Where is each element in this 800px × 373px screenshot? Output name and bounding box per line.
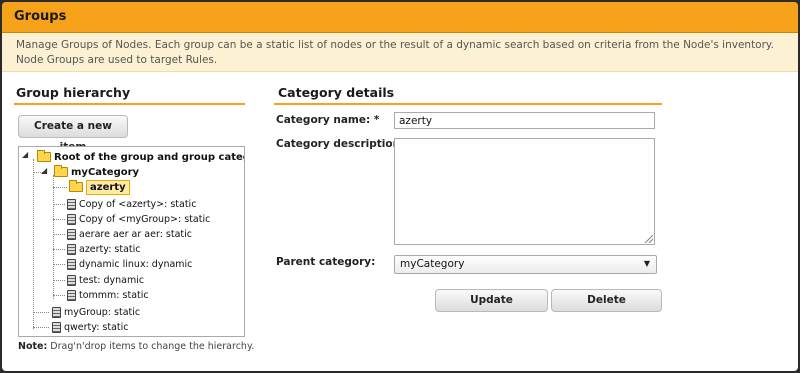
tree-node-group[interactable]: qwerty: static xyxy=(52,320,129,335)
folder-icon xyxy=(37,150,51,162)
server-group-icon xyxy=(67,290,76,301)
tree-node-category[interactable]: myCategory xyxy=(54,165,139,180)
server-group-icon xyxy=(52,307,61,318)
category-description-label: Category description: xyxy=(276,138,405,150)
intro-line-2: Node Groups are used to target Rules. xyxy=(16,54,218,66)
server-group-icon xyxy=(52,322,61,333)
resize-grip-icon[interactable] xyxy=(645,235,653,243)
tree-connector xyxy=(53,234,65,235)
tree-connector xyxy=(53,219,65,220)
tree-node-group[interactable]: tommm: static xyxy=(67,288,149,303)
server-group-icon xyxy=(67,259,76,270)
delete-button[interactable]: Delete xyxy=(551,289,662,312)
server-group-icon xyxy=(67,229,76,240)
open-folder-icon xyxy=(69,180,83,192)
tree-node-group[interactable]: test: dynamic xyxy=(67,273,144,288)
tree-node-group[interactable]: dynamic linux: dynamic xyxy=(67,257,192,272)
tree-connector xyxy=(53,280,65,281)
page-description: Manage Groups of Nodes. Each group can b… xyxy=(2,33,798,72)
category-name-input[interactable] xyxy=(394,112,655,129)
category-name-label: Category name: * xyxy=(276,114,380,126)
note-text: Drag'n'drop items to change the hierarch… xyxy=(47,341,255,352)
parent-category-value: myCategory xyxy=(400,258,465,270)
tree-node-group[interactable]: azerty: static xyxy=(67,242,141,257)
tree-connector xyxy=(53,187,67,188)
tree-note: Note: Drag'n'drop items to change the hi… xyxy=(18,341,254,352)
server-group-icon xyxy=(67,275,76,286)
server-group-icon xyxy=(67,199,76,210)
tree-node-group[interactable]: Copy of <myGroup>: static xyxy=(67,212,210,227)
tree-connector xyxy=(33,327,49,328)
server-group-icon xyxy=(67,244,76,255)
collapse-toggle-icon[interactable]: ◢ xyxy=(22,150,28,159)
parent-category-select[interactable]: myCategory ▼ xyxy=(394,255,657,274)
page-title: Groups xyxy=(2,2,798,33)
tree-node-root[interactable]: Root of the group and group categories xyxy=(37,150,244,165)
group-tree[interactable]: ◢ Root of the group and group categories… xyxy=(18,146,245,337)
server-group-icon xyxy=(67,214,76,225)
create-new-item-button[interactable]: Create a new item xyxy=(18,115,128,153)
tree-node-group[interactable]: Copy of <azerty>: static xyxy=(67,197,196,212)
intro-line-1: Manage Groups of Nodes. Each group can b… xyxy=(16,39,774,51)
group-hierarchy-title: Group hierarchy xyxy=(14,85,245,105)
tree-connector xyxy=(53,249,65,250)
category-description-input[interactable] xyxy=(394,138,655,245)
tree-connector xyxy=(53,264,65,265)
tree-node-selected-category[interactable]: azerty xyxy=(69,180,130,195)
tree-connector xyxy=(53,204,65,205)
tree-connector xyxy=(33,159,34,329)
groups-panel: Groups Manage Groups of Nodes. Each grou… xyxy=(2,2,798,371)
category-details-title: Category details xyxy=(274,85,662,105)
tree-connector xyxy=(53,295,65,296)
tree-node-group[interactable]: aerare aer ar aer: static xyxy=(67,227,192,242)
update-button[interactable]: Update xyxy=(435,289,548,312)
collapse-toggle-icon[interactable]: ◢ xyxy=(41,166,47,175)
tree-connector xyxy=(33,312,49,313)
parent-category-label: Parent category: xyxy=(276,256,376,268)
note-label: Note: xyxy=(18,341,48,352)
tree-node-group[interactable]: myGroup: static xyxy=(52,305,140,320)
dropdown-arrow-icon: ▼ xyxy=(643,259,650,268)
folder-icon xyxy=(54,165,68,177)
